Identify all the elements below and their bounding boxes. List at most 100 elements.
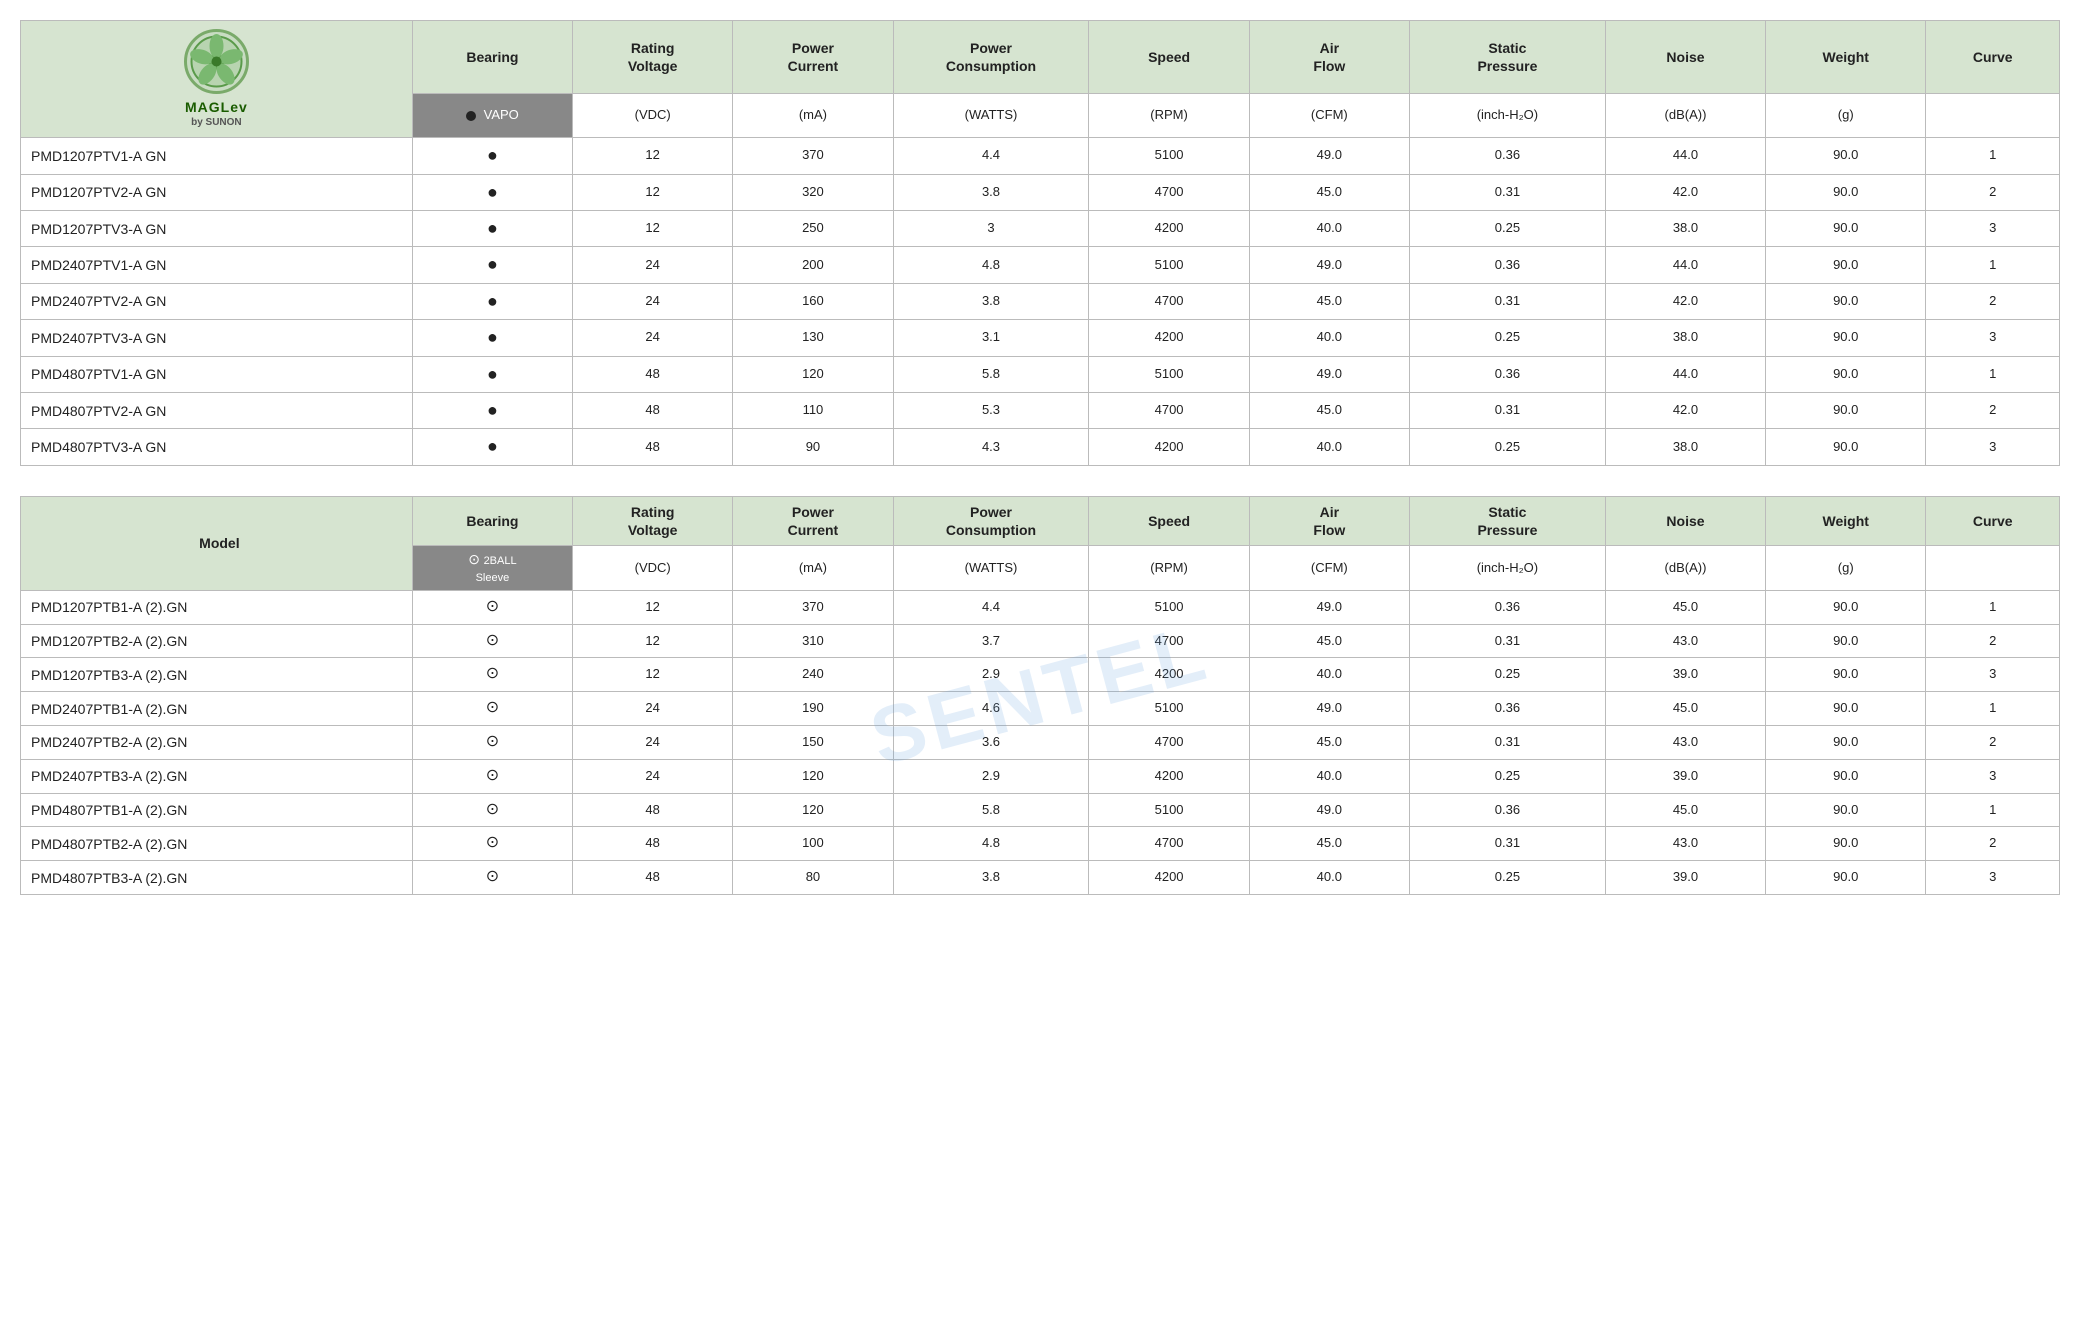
cell-weight: 90.0 [1766, 759, 1926, 793]
cell-weight: 90.0 [1766, 793, 1926, 827]
table-row: PMD4807PTB2-A (2).GN ⊙ 48 100 4.8 4700 4… [21, 827, 2060, 861]
cell-bearing: ● [412, 283, 572, 319]
cell-airflow: 49.0 [1249, 356, 1409, 392]
header-speed-1: Speed [1089, 21, 1249, 94]
cell-weight: 90.0 [1766, 692, 1926, 726]
header-airflow-1: AirFlow [1249, 21, 1409, 94]
cell-power: 3.1 [893, 320, 1089, 356]
cell-curve: 3 [1926, 210, 2060, 246]
cell-bearing: ● [412, 356, 572, 392]
cell-speed: 5100 [1089, 247, 1249, 283]
cell-noise: 39.0 [1605, 861, 1765, 895]
cell-current: 110 [733, 392, 893, 428]
cell-power: 3.6 [893, 726, 1089, 760]
cell-curve: 1 [1926, 793, 2060, 827]
unit-noise-2: (dB(A)) [1605, 546, 1765, 591]
cell-pressure: 0.25 [1409, 759, 1605, 793]
section-vapo: MAGLev by SUNON Bearing RatingVoltage Po… [20, 20, 2060, 466]
table-row: PMD1207PTV3-A GN ● 12 250 3 4200 40.0 0.… [21, 210, 2060, 246]
cell-current: 190 [733, 692, 893, 726]
table-body-2: PMD1207PTB1-A (2).GN ⊙ 12 370 4.4 5100 4… [21, 590, 2060, 894]
cell-weight: 90.0 [1766, 624, 1926, 658]
cell-bearing: ⊙ [412, 624, 572, 658]
logo-container: MAGLev by SUNON [29, 29, 404, 129]
cell-airflow: 40.0 [1249, 429, 1409, 465]
cell-power: 5.8 [893, 356, 1089, 392]
cell-speed: 4200 [1089, 429, 1249, 465]
header-power-2: PowerConsumption [893, 496, 1089, 545]
cell-voltage: 24 [573, 283, 733, 319]
cell-model: PMD4807PTV3-A GN [21, 429, 413, 465]
header-bearing-1: Bearing [412, 21, 572, 94]
cell-bearing: ⊙ [412, 793, 572, 827]
vapo-label: VAPO [484, 107, 519, 122]
cell-voltage: 12 [573, 658, 733, 692]
cell-voltage: 48 [573, 827, 733, 861]
cell-speed: 4200 [1089, 210, 1249, 246]
cell-current: 200 [733, 247, 893, 283]
cell-voltage: 24 [573, 692, 733, 726]
cell-weight: 90.0 [1766, 320, 1926, 356]
watermark-container: Model Bearing RatingVoltage PowerCurrent… [20, 496, 2060, 895]
cell-bearing: ● [412, 429, 572, 465]
cell-power: 4.4 [893, 590, 1089, 624]
cell-voltage: 12 [573, 590, 733, 624]
cell-airflow: 40.0 [1249, 861, 1409, 895]
cell-noise: 42.0 [1605, 174, 1765, 210]
cell-power: 4.3 [893, 429, 1089, 465]
cell-power: 3.8 [893, 283, 1089, 319]
cell-speed: 4200 [1089, 320, 1249, 356]
table-wrapper-2: Model Bearing RatingVoltage PowerCurrent… [20, 496, 2060, 895]
cell-pressure: 0.31 [1409, 726, 1605, 760]
cell-bearing: ● [412, 174, 572, 210]
cell-bearing: ⊙ [412, 590, 572, 624]
cell-model: PMD2407PTB1-A (2).GN [21, 692, 413, 726]
cell-curve: 2 [1926, 283, 2060, 319]
cell-model: PMD2407PTB2-A (2).GN [21, 726, 413, 760]
unit-pressure-2: (inch-H₂O) [1409, 546, 1605, 591]
cell-curve: 1 [1926, 356, 2060, 392]
unit-noise-1: (dB(A)) [1605, 93, 1765, 137]
cell-airflow: 45.0 [1249, 174, 1409, 210]
cell-pressure: 0.25 [1409, 658, 1605, 692]
cell-current: 310 [733, 624, 893, 658]
cell-voltage: 12 [573, 138, 733, 174]
cell-model: PMD1207PTV2-A GN [21, 174, 413, 210]
cell-airflow: 45.0 [1249, 392, 1409, 428]
table-row: PMD4807PTB3-A (2).GN ⊙ 48 80 3.8 4200 40… [21, 861, 2060, 895]
2ball-table: Model Bearing RatingVoltage PowerCurrent… [20, 496, 2060, 895]
cell-speed: 5100 [1089, 793, 1249, 827]
cell-pressure: 0.31 [1409, 174, 1605, 210]
unit-power-1: (WATTS) [893, 93, 1089, 137]
cell-speed: 4700 [1089, 624, 1249, 658]
cell-airflow: 45.0 [1249, 726, 1409, 760]
cell-voltage: 12 [573, 210, 733, 246]
cell-airflow: 40.0 [1249, 320, 1409, 356]
cell-voltage: 48 [573, 429, 733, 465]
cell-bearing: ⊙ [412, 827, 572, 861]
cell-voltage: 12 [573, 174, 733, 210]
cell-current: 370 [733, 590, 893, 624]
header-curve-1: Curve [1926, 21, 2060, 94]
cell-speed: 4200 [1089, 759, 1249, 793]
cell-pressure: 0.25 [1409, 320, 1605, 356]
unit-power-2: (WATTS) [893, 546, 1089, 591]
cell-model: PMD1207PTV3-A GN [21, 210, 413, 246]
cell-bearing: ⊙ [412, 692, 572, 726]
table-row: PMD2407PTB2-A (2).GN ⊙ 24 150 3.6 4700 4… [21, 726, 2060, 760]
cell-voltage: 12 [573, 624, 733, 658]
cell-curve: 2 [1926, 174, 2060, 210]
cell-weight: 90.0 [1766, 174, 1926, 210]
cell-airflow: 45.0 [1249, 827, 1409, 861]
cell-curve: 2 [1926, 392, 2060, 428]
section-2ball: Model Bearing RatingVoltage PowerCurrent… [20, 496, 2060, 895]
header-current-1: PowerCurrent [733, 21, 893, 94]
cell-curve: 1 [1926, 247, 2060, 283]
cell-pressure: 0.25 [1409, 429, 1605, 465]
cell-current: 90 [733, 429, 893, 465]
cell-model: PMD1207PTV1-A GN [21, 138, 413, 174]
table-row: PMD1207PTB3-A (2).GN ⊙ 12 240 2.9 4200 4… [21, 658, 2060, 692]
cell-speed: 4700 [1089, 174, 1249, 210]
cell-pressure: 0.36 [1409, 247, 1605, 283]
cell-airflow: 49.0 [1249, 138, 1409, 174]
